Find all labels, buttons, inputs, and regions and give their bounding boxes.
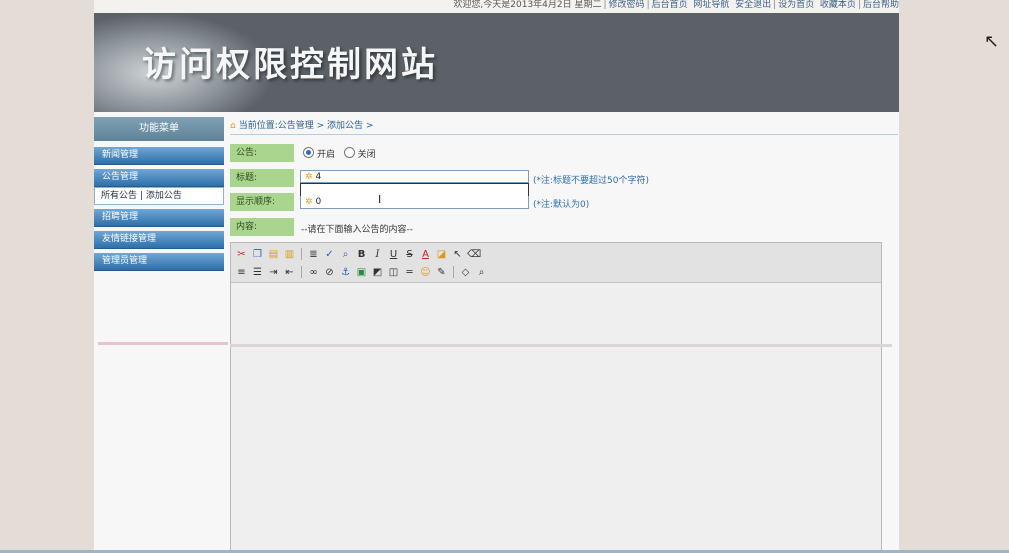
edit-icon[interactable]: ✎ (435, 266, 448, 279)
order-value: 0 (315, 197, 322, 207)
select-icon[interactable]: ↖ (451, 248, 464, 261)
add-notice-link[interactable]: 添加公告 (146, 191, 182, 201)
editor-toolbar: ✂ ❐ ▤ ▥ ≣ ✓ ⌕ B I U S A ◪ ↖ ⌫ ≡ ☰ ⇥ ⇤ ∞ … (231, 243, 881, 283)
radio-off[interactable] (343, 147, 355, 158)
change-password-link[interactable]: 修改密码 (609, 0, 645, 10)
source-icon[interactable]: ◇ (459, 266, 472, 279)
submenu-separator: | (139, 191, 143, 201)
preview-icon[interactable]: ⌕ (475, 266, 488, 279)
set-homepage-link[interactable]: 设为首页 (778, 0, 814, 10)
render-artifact (230, 344, 892, 347)
list-icon[interactable]: ☰ (251, 266, 264, 279)
font-color-icon[interactable]: A (419, 248, 432, 261)
rich-text-editor[interactable]: ✂ ❐ ▤ ▥ ≣ ✓ ⌕ B I U S A ◪ ↖ ⌫ ≡ ☰ ⇥ ⇤ ∞ … (230, 242, 882, 553)
breadcrumb-text: 当前位置:公告管理 > 添加公告 > (238, 121, 374, 131)
site-nav-link[interactable]: 网址导航 (693, 0, 729, 10)
radio-on[interactable] (303, 147, 314, 158)
unlink-icon[interactable]: ⊘ (323, 266, 336, 279)
title-value: 4 (315, 172, 322, 182)
sidebar-item-admins[interactable]: 管理员管理 (94, 253, 224, 271)
content-hint: --请在下面输入公告的内容-- (301, 225, 413, 235)
asterisk-icon: ✲ (305, 197, 313, 207)
toolbar-separator (301, 266, 302, 278)
home-icon: ⌂ (230, 121, 236, 131)
strikethrough-icon[interactable]: S (403, 248, 416, 261)
image-icon[interactable]: ▣ (355, 266, 368, 279)
toolbar-separator (301, 248, 302, 260)
notice-toggle: 开启 关闭 (303, 147, 376, 160)
logout-link[interactable]: 安全退出 (735, 0, 771, 10)
bookmark-link[interactable]: 收藏本页 (820, 0, 856, 10)
spellcheck-icon[interactable]: ✓ (323, 248, 336, 261)
sidebar-item-jobs[interactable]: 招聘管理 (94, 209, 224, 227)
indent-icon[interactable]: ⇥ (267, 266, 280, 279)
format-icon[interactable]: ≣ (307, 248, 320, 261)
order-input[interactable]: ✲ 0 (300, 196, 529, 209)
sidebar-item-links[interactable]: 友情链接管理 (94, 231, 224, 249)
header-banner: 访问权限控制网站 (94, 13, 899, 112)
title-input[interactable]: ✲ 4 (300, 170, 529, 183)
media-icon[interactable]: ◫ (387, 266, 400, 279)
toolbar-separator (453, 266, 454, 278)
link-icon[interactable]: ∞ (307, 266, 320, 279)
title-note: (*注:标题不要超过50个字符) (533, 176, 650, 186)
notice-label: 公告: (230, 144, 294, 162)
sidebar: 功能菜单 新闻管理 公告管理 所有公告 | 添加公告 招聘管理 友情链接管理 管… (94, 117, 224, 275)
top-bar: 欢迎您,今天是2013年4月2日 星期二 | 修改密码 | 后台首页 网址导航 安全退出… (94, 0, 899, 13)
italic-icon[interactable]: I (371, 248, 384, 261)
radio-off-label: 关闭 (357, 150, 376, 160)
flash-icon[interactable]: ◩ (371, 266, 384, 279)
notice-submenu: 所有公告 | 添加公告 (94, 187, 224, 205)
page: 欢迎您,今天是2013年4月2日 星期二 | 修改密码 | 后台首页 网址导航 安全退出… (94, 0, 899, 553)
title-label: 标题: (230, 169, 294, 187)
help-link[interactable]: 后台帮助 (863, 0, 899, 10)
order-label: 显示顺序: (230, 193, 294, 211)
breadcrumb: ⌂ 当前位置:公告管理 > 添加公告 > (230, 119, 898, 135)
render-artifact (98, 342, 228, 345)
cut-icon[interactable]: ✂ (235, 248, 248, 261)
sidebar-item-notice[interactable]: 公告管理 (94, 169, 224, 187)
paste-icon[interactable]: ▤ (267, 248, 280, 261)
align-icon[interactable]: ≡ (235, 266, 248, 279)
admin-home-link[interactable]: 后台首页 (652, 0, 688, 10)
emoticon-icon[interactable]: ☺ (419, 266, 432, 279)
content-label: 内容: (230, 218, 294, 236)
asterisk-icon: ✲ (305, 172, 313, 182)
copy-icon[interactable]: ❐ (251, 248, 264, 261)
welcome-text: 欢迎您,今天是2013年4月2日 星期二 (453, 0, 602, 10)
order-note: (*注:默认为0) (533, 200, 590, 210)
outdent-icon[interactable]: ⇤ (283, 266, 296, 279)
bold-icon[interactable]: B (355, 248, 368, 261)
menu-header: 功能菜单 (94, 117, 224, 141)
site-title: 访问权限控制网站 (142, 45, 438, 85)
underline-icon[interactable]: U (387, 248, 400, 261)
all-notices-link[interactable]: 所有公告 (101, 191, 137, 201)
hr-icon[interactable]: ═ (403, 266, 416, 279)
eraser-icon[interactable]: ⌫ (467, 248, 481, 261)
text-cursor-icon: I (378, 193, 382, 206)
mouse-pointer-icon: ↖ (984, 31, 1000, 52)
sidebar-item-news[interactable]: 新闻管理 (94, 147, 224, 165)
bg-color-icon[interactable]: ◪ (435, 248, 448, 261)
anchor-icon[interactable]: ⚓ (339, 266, 352, 279)
radio-on-label: 开启 (317, 150, 336, 160)
paste-word-icon[interactable]: ▥ (283, 248, 296, 261)
find-icon[interactable]: ⌕ (339, 248, 352, 261)
